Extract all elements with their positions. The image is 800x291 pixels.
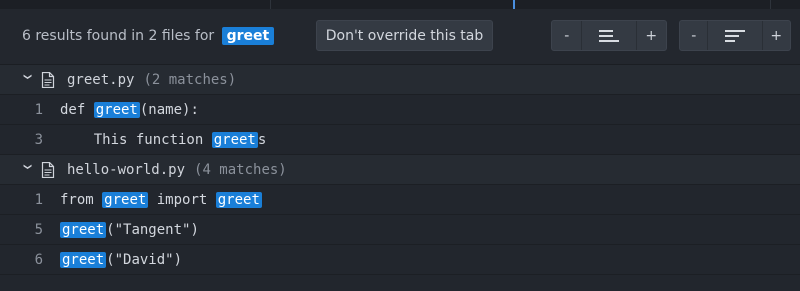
- chevron-down-icon[interactable]: ❯: [22, 164, 35, 176]
- chevron-down-icon[interactable]: ❯: [22, 74, 35, 86]
- code-text: (name):: [139, 101, 199, 118]
- search-results-header: 6 results found in 2 files for greet Don…: [0, 9, 800, 65]
- align-left-icon: [724, 29, 745, 42]
- decrease-button[interactable]: -: [552, 21, 583, 50]
- code-line: from greet import greet: [60, 191, 262, 208]
- code-line: This function greet s: [60, 131, 267, 148]
- file-icon: [41, 161, 55, 178]
- result-row[interactable]: 3 This function greet s: [0, 125, 800, 155]
- results-list: ❯ greet.py (2 matches) 1 def greet (name):…: [0, 65, 800, 275]
- code-text: from: [60, 191, 103, 208]
- line-number: 6: [34, 251, 43, 268]
- tab-divider: [270, 0, 271, 9]
- file-header[interactable]: ❯ greet.py (2 matches): [0, 65, 800, 95]
- dont-override-tab-button[interactable]: Don't override this tab: [316, 20, 493, 51]
- code-text: This function: [60, 131, 212, 148]
- code-line: def greet (name):: [60, 101, 199, 118]
- result-row[interactable]: 5 greet ("Tangent"): [0, 215, 800, 245]
- match-highlight: greet: [215, 191, 262, 208]
- line-number: 1: [34, 191, 43, 208]
- code-text: import: [148, 191, 216, 208]
- active-tab-marker: [513, 0, 515, 9]
- align-center-button[interactable]: [582, 21, 637, 50]
- match-count: (4 matches): [194, 161, 287, 178]
- code-line: greet ("David"): [60, 251, 183, 268]
- search-query-badge: greet: [221, 27, 275, 45]
- font-size-group: - +: [551, 20, 667, 51]
- match-count: (2 matches): [143, 71, 237, 88]
- decrease-context-button[interactable]: -: [680, 21, 709, 50]
- code-text: s: [257, 131, 267, 148]
- context-lines-group: - +: [679, 20, 791, 51]
- code-text: def: [60, 101, 94, 118]
- match-highlight: greet: [102, 191, 149, 208]
- results-summary-text: 6 results found in 2 files for: [22, 28, 215, 44]
- line-number: 5: [34, 221, 43, 238]
- tab-strip: [0, 0, 800, 9]
- code-text: ("Tangent"): [106, 221, 199, 238]
- line-number: 3: [34, 131, 43, 148]
- result-row[interactable]: 1 from greet import greet: [0, 185, 800, 215]
- code-text: ("David"): [106, 251, 183, 268]
- increase-context-button[interactable]: +: [763, 21, 790, 50]
- results-summary: 6 results found in 2 files for greet: [22, 27, 275, 45]
- file-icon: [41, 71, 55, 88]
- align-center-icon: [598, 29, 619, 42]
- match-highlight: greet: [60, 251, 107, 268]
- file-name: hello-world.py: [67, 161, 186, 178]
- match-highlight: greet: [60, 221, 107, 238]
- code-line: greet ("Tangent"): [60, 221, 199, 238]
- tab-divider: [770, 0, 771, 9]
- result-row[interactable]: 6 greet ("David"): [0, 245, 800, 275]
- result-row[interactable]: 1 def greet (name):: [0, 95, 800, 125]
- line-number: 1: [34, 101, 43, 118]
- file-name: greet.py: [67, 71, 135, 88]
- file-header[interactable]: ❯ hello-world.py (4 matches): [0, 155, 800, 185]
- match-highlight: greet: [211, 131, 258, 148]
- align-left-button[interactable]: [708, 21, 763, 50]
- match-highlight: greet: [93, 101, 140, 118]
- increase-button[interactable]: +: [637, 21, 666, 50]
